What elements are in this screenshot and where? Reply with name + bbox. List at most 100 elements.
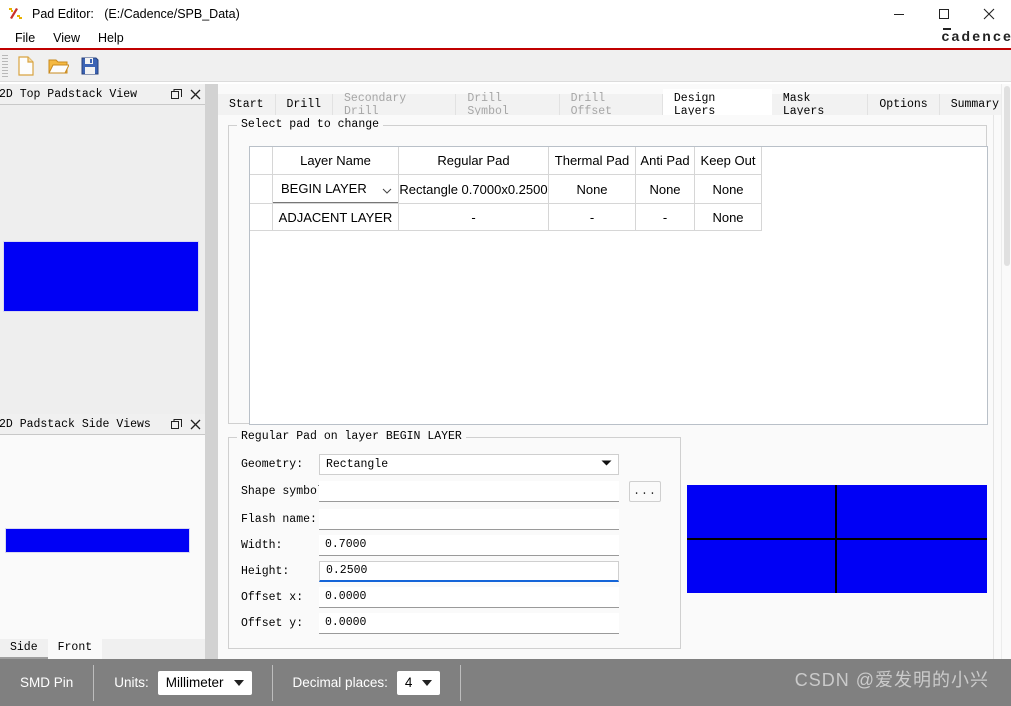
- table-row[interactable]: ADJACENT LAYER - - - None: [250, 203, 762, 231]
- layer-name-value: BEGIN LAYER: [281, 181, 367, 196]
- cell-layer-name-adjacent[interactable]: ADJACENT LAYER: [272, 203, 399, 231]
- pad-table: Layer Name Regular Pad Thermal Pad Anti …: [250, 147, 762, 231]
- tab-side[interactable]: Side: [0, 639, 48, 659]
- units-value: Millimeter: [165, 675, 224, 690]
- cell-layer-name-begin[interactable]: BEGIN LAYER: [272, 174, 399, 204]
- table-header-anti-pad[interactable]: Anti Pad: [635, 147, 695, 175]
- status-separator: [460, 664, 462, 701]
- side-padstack-canvas[interactable]: [0, 435, 205, 639]
- menu-item-view[interactable]: View: [44, 30, 89, 46]
- panel-title-top-view: 2D Top Padstack View: [0, 87, 138, 101]
- pad-editor-icon: [8, 6, 24, 22]
- status-units: Units: Millimeter: [94, 670, 271, 695]
- restore-icon[interactable]: [171, 418, 182, 430]
- tab-front[interactable]: Front: [47, 639, 103, 659]
- tab-drill[interactable]: Drill: [275, 94, 334, 115]
- side-view-pad-shape: [5, 528, 190, 553]
- row-geometry: Geometry: Rectangle: [229, 453, 680, 475]
- label-width: Width:: [241, 538, 283, 552]
- restore-icon[interactable]: [171, 88, 182, 100]
- vertical-scrollbar-thumb[interactable]: [1004, 86, 1010, 266]
- pad-preview[interactable]: [687, 485, 987, 593]
- cell-regular-pad-adjacent[interactable]: -: [398, 203, 549, 231]
- side-view-tabs: Side Front: [0, 639, 205, 659]
- table-row[interactable]: BEGIN LAYER Rectangle 0.7000x0.2500 None…: [250, 174, 762, 204]
- decimal-places-value: 4: [404, 675, 413, 690]
- chevron-down-icon: [601, 458, 612, 471]
- tab-strip: Start Drill Secondary Drill Drill Symbol…: [218, 89, 1011, 118]
- width-input[interactable]: 0.7000: [319, 534, 619, 556]
- status-bar: SMD Pin Units: Millimeter Decimal places…: [0, 659, 1011, 706]
- cell-anti-pad-adjacent[interactable]: -: [635, 203, 695, 231]
- geometry-select[interactable]: Rectangle: [319, 453, 619, 475]
- open-icon[interactable]: [44, 52, 72, 80]
- chevron-down-icon: [422, 679, 433, 686]
- row-height: Height: 0.2500: [229, 560, 680, 582]
- design-layers-panel: Select pad to change Layer Name Regular …: [218, 115, 994, 659]
- offset-y-input[interactable]: 0.0000: [319, 612, 619, 634]
- label-offset-x: Offset x:: [241, 590, 304, 604]
- left-dock-area: 2D Top Padstack View 2D Padstack Side Vi…: [0, 84, 205, 659]
- table-header-keep-out[interactable]: Keep Out: [694, 147, 762, 175]
- row-shape-symbol: Shape symbol: ...: [229, 480, 680, 502]
- flash-name-input[interactable]: [319, 508, 619, 530]
- new-icon[interactable]: [12, 52, 40, 80]
- save-icon[interactable]: [76, 52, 104, 80]
- tab-start[interactable]: Start: [218, 94, 276, 115]
- tab-mask-layers[interactable]: Mask Layers: [771, 92, 869, 118]
- geometry-value: Rectangle: [326, 457, 389, 471]
- toolbar-grip[interactable]: [2, 54, 8, 77]
- height-input[interactable]: 0.2500: [319, 560, 619, 582]
- row-width: Width: 0.7000: [229, 534, 680, 556]
- top-padstack-canvas[interactable]: [0, 105, 205, 414]
- units-label: Units:: [114, 675, 149, 690]
- status-decimal-places: Decimal places: 4: [273, 670, 461, 695]
- cell-thermal-pad-begin[interactable]: None: [548, 174, 636, 204]
- table-header-regular-pad[interactable]: Regular Pad: [398, 147, 549, 175]
- units-select[interactable]: Millimeter: [157, 670, 252, 695]
- pad-table-container[interactable]: Layer Name Regular Pad Thermal Pad Anti …: [249, 146, 988, 425]
- panel-title-side-views: 2D Padstack Side Views: [0, 417, 151, 431]
- vertical-scrollbar[interactable]: [1001, 84, 1011, 659]
- table-header-thermal-pad[interactable]: Thermal Pad: [548, 147, 636, 175]
- close-icon[interactable]: [190, 419, 201, 430]
- tab-options[interactable]: Options: [868, 94, 940, 115]
- offset-x-input[interactable]: 0.0000: [319, 586, 619, 608]
- cadence-logo: c adence: [941, 28, 1011, 44]
- chevron-down-icon: [233, 679, 244, 686]
- shape-symbol-browse-button[interactable]: ...: [629, 480, 661, 502]
- cell-keep-out-adjacent[interactable]: None: [694, 203, 762, 231]
- table-header-layer-name[interactable]: Layer Name: [272, 147, 399, 175]
- pad-preview-horizontal-axis: [687, 538, 987, 540]
- panel-title-bar-top-view: 2D Top Padstack View: [0, 84, 205, 105]
- tab-secondary-drill: Secondary Drill: [333, 92, 457, 118]
- minimize-button[interactable]: [876, 0, 921, 28]
- menu-item-help[interactable]: Help: [89, 30, 133, 46]
- shape-symbol-input[interactable]: [319, 480, 619, 502]
- tab-drill-offset: Drill Offset: [559, 92, 663, 118]
- pad-editor-window: Pad Editor: (E:/Cadence/SPB_Data) File V…: [0, 0, 1011, 706]
- cell-anti-pad-begin[interactable]: None: [635, 174, 695, 204]
- maximize-button[interactable]: [921, 0, 966, 28]
- label-shape-symbol: Shape symbol:: [241, 484, 331, 498]
- pane-splitter[interactable]: [205, 84, 218, 659]
- row-selector-adjacent-layer[interactable]: [250, 203, 273, 231]
- row-offset-x: Offset x: 0.0000: [229, 586, 680, 608]
- pin-type-label: SMD Pin: [20, 675, 74, 690]
- close-icon[interactable]: [190, 89, 201, 100]
- table-header-corner: [250, 147, 273, 175]
- cell-keep-out-begin[interactable]: None: [694, 174, 762, 204]
- toolbar: [0, 50, 1011, 82]
- cell-thermal-pad-adjacent[interactable]: -: [548, 203, 636, 231]
- menu-item-file[interactable]: File: [6, 30, 44, 46]
- decimal-places-select[interactable]: 4: [396, 670, 441, 695]
- close-button[interactable]: [966, 0, 1011, 28]
- tab-design-layers[interactable]: Design Layers: [662, 89, 772, 118]
- window-controls: [876, 0, 1011, 28]
- row-selector-begin-layer[interactable]: [250, 174, 273, 204]
- cell-regular-pad-begin[interactable]: Rectangle 0.7000x0.2500: [398, 174, 549, 204]
- layer-name-dropdown[interactable]: BEGIN LAYER: [273, 175, 398, 203]
- label-height: Height:: [241, 564, 290, 578]
- decimal-places-label: Decimal places:: [292, 675, 388, 690]
- row-flash-name: Flash name:: [229, 508, 680, 530]
